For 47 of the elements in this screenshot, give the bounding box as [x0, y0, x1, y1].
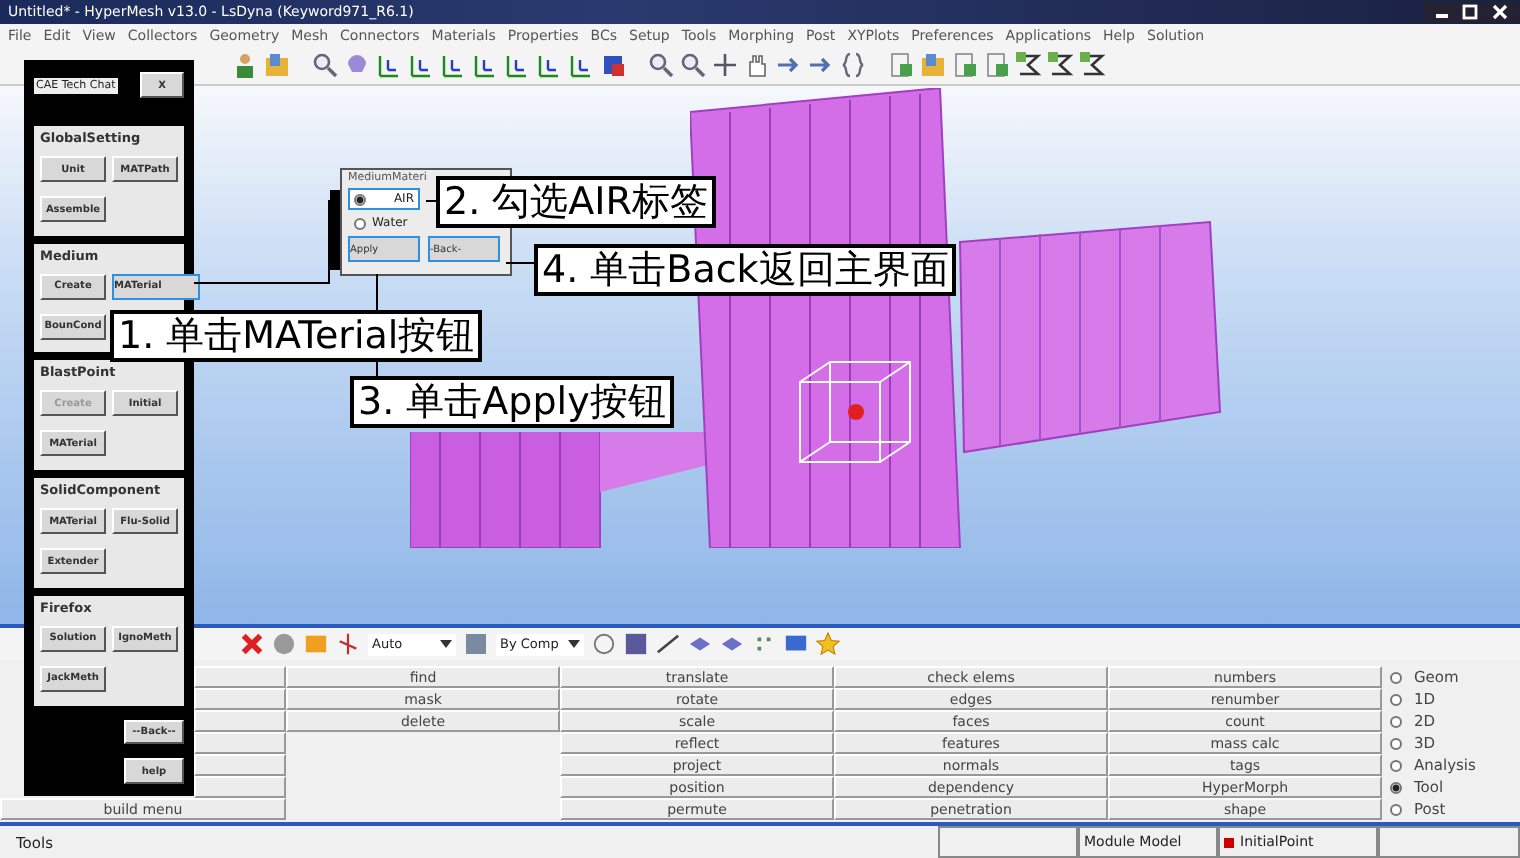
cube-icon[interactable]: [624, 632, 648, 657]
sphere-icon[interactable]: [272, 632, 296, 657]
axis-icon[interactable]: [408, 52, 434, 79]
blank-panel-button[interactable]: [194, 666, 286, 689]
sigma-icon[interactable]: [1080, 52, 1106, 79]
star-icon[interactable]: [816, 632, 840, 657]
plus-icon[interactable]: [712, 52, 738, 79]
document-icon[interactable]: [888, 52, 914, 79]
delete-icon[interactable]: [240, 632, 264, 657]
caret-icon: [440, 640, 452, 649]
status-cell: [1378, 826, 1520, 858]
blank-panel-button[interactable]: [194, 688, 286, 711]
status-cell: [938, 826, 1078, 858]
folder-icon[interactable]: [920, 52, 946, 79]
hand-icon[interactable]: [744, 52, 770, 79]
brace-icon[interactable]: [840, 52, 866, 79]
blank-panel-button[interactable]: [194, 754, 286, 777]
callout-tooltip: 1. 单击MATerial按钮: [110, 310, 483, 362]
axis-icon[interactable]: [472, 52, 498, 79]
axis-icon[interactable]: [536, 52, 562, 79]
dialog-edge: [330, 190, 340, 270]
zoom-icon[interactable]: [312, 52, 338, 79]
axis-icon[interactable]: [504, 52, 530, 79]
blank-panel-button[interactable]: [194, 710, 286, 733]
folder-icon[interactable]: [264, 52, 290, 79]
callout-tooltip: 4. 单击Back返回主界面: [534, 244, 957, 296]
shape-icon[interactable]: [600, 52, 626, 79]
sigma-icon[interactable]: [1016, 52, 1042, 79]
color-icon[interactable]: [304, 632, 328, 657]
blank-panel-button[interactable]: [194, 776, 286, 799]
zoom-icon[interactable]: [648, 52, 674, 79]
cube-icon[interactable]: [464, 632, 488, 657]
mesh-icon[interactable]: [592, 632, 616, 657]
caret-icon: [568, 640, 580, 649]
line-icon[interactable]: [656, 632, 680, 657]
person-icon[interactable]: [232, 52, 258, 79]
callout-tooltip: 3. 单击Apply按钮: [350, 376, 674, 428]
axis-icon[interactable]: [440, 52, 466, 79]
callout-tooltip: 2. 勾选AIR标签: [436, 176, 716, 228]
sigma-icon[interactable]: [1048, 52, 1074, 79]
axis-icon[interactable]: [376, 52, 402, 79]
document-icon[interactable]: [952, 52, 978, 79]
leader-line: [506, 262, 534, 264]
axis-icon[interactable]: [568, 52, 594, 79]
zoom-icon[interactable]: [680, 52, 706, 79]
blank-panel-button[interactable]: [194, 732, 286, 755]
maximize-icon[interactable]: [1458, 3, 1482, 20]
